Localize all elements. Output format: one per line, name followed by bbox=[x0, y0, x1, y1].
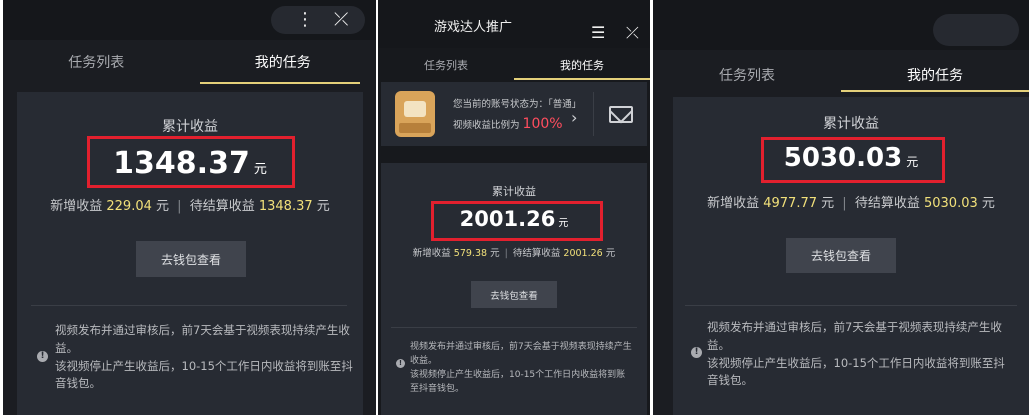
pending-earnings-value: 2001.26 bbox=[563, 248, 603, 259]
ratio-value: 100% bbox=[522, 116, 563, 132]
info-icon: ! bbox=[37, 351, 48, 362]
new-earnings-value: 229.04 bbox=[106, 199, 152, 214]
view-wallet-button[interactable]: 去钱包查看 bbox=[136, 241, 246, 277]
left-window-controls bbox=[271, 6, 365, 34]
new-earnings-label: 新增收益 bbox=[50, 199, 103, 214]
new-earnings-label: 新增收益 bbox=[707, 196, 760, 211]
badge-ribbon-shape bbox=[399, 123, 431, 133]
pending-earnings-unit: 元 bbox=[981, 196, 995, 211]
view-wallet-button[interactable]: 去钱包查看 bbox=[471, 281, 557, 308]
left-screenshot-panel: ⋮ ⤫ 任务列表 我的任务 累计收益 1348.37 元 新增收益 229.04 … bbox=[3, 0, 376, 415]
card-divider bbox=[391, 327, 637, 328]
right-screenshot-panel: 任务列表 我的任务 累计收益 5030.03 元 新增收益 4977.77 元 |… bbox=[653, 0, 1029, 415]
earnings-stats: 新增收益 4977.77 元 | 待结算收益 5030.03 元 bbox=[673, 192, 1029, 211]
right-window-controls bbox=[933, 14, 1019, 46]
note-line-2: 该视频停止产生收益后，10-15个工作日内收益将到账至抖音钱包。 bbox=[410, 369, 626, 394]
pending-earnings-label: 待结算收益 bbox=[189, 199, 255, 214]
tab-active-underline bbox=[514, 78, 650, 80]
new-earnings-value: 579.38 bbox=[453, 248, 488, 259]
mail-icon[interactable] bbox=[609, 106, 633, 123]
tab-my-tasks[interactable]: 我的任务 bbox=[190, 50, 377, 84]
new-earnings-value: 4977.77 bbox=[763, 196, 817, 211]
more-icon[interactable]: ⋮ bbox=[296, 10, 314, 30]
highlight-box bbox=[87, 136, 295, 188]
note-line-1: 视频发布并通过审核后，前7天会基于视频表现持续产生收益。 bbox=[55, 323, 350, 355]
info-icon: ! bbox=[396, 359, 405, 368]
right-top-bar bbox=[653, 0, 1029, 50]
right-earnings-card: 累计收益 5030.03 元 新增收益 4977.77 元 | 待结算收益 503… bbox=[673, 97, 1029, 415]
tab-active-underline bbox=[199, 82, 360, 84]
note-line-2: 该视频停止产生收益后，10-15个工作日内收益将到账至抖音钱包。 bbox=[707, 355, 1005, 388]
earnings-notes: 视频发布并通过审核后，前7天会基于视频表现持续产生收益。 该视频停止产生收益后，… bbox=[55, 322, 355, 393]
ratio-label: 视频收益比例为 bbox=[453, 120, 520, 131]
pending-earnings-label: 待结算收益 bbox=[854, 196, 920, 211]
level-badge-icon bbox=[395, 91, 435, 137]
minimize-icon[interactable]: ⤫ bbox=[334, 10, 348, 30]
tab-task-list[interactable]: 任务列表 bbox=[3, 50, 190, 84]
highlight-box bbox=[431, 201, 603, 241]
left-earnings-card: 累计收益 1348.37 元 新增收益 229.04 元 | 待结算收益 1348… bbox=[17, 92, 363, 415]
pending-earnings-unit: 元 bbox=[316, 199, 330, 214]
ratio-line: 视频收益比例为 100% bbox=[453, 116, 563, 132]
middle-title-bar: 游戏达人推广 ☰ ⤫ bbox=[378, 0, 650, 48]
stats-separator: | bbox=[177, 199, 182, 214]
tab-task-list[interactable]: 任务列表 bbox=[653, 64, 841, 92]
status-divider bbox=[593, 92, 594, 136]
info-icon: ! bbox=[691, 347, 702, 358]
menu-icon[interactable]: ☰ bbox=[591, 23, 605, 43]
pending-earnings-label: 待结算收益 bbox=[512, 248, 561, 259]
earnings-notes: 视频发布并通过审核后，前7天会基于视频表现持续产生收益。 该视频停止产生收益后，… bbox=[707, 319, 1007, 390]
tab-my-tasks[interactable]: 我的任务 bbox=[514, 56, 650, 80]
account-status-text: 您当前的账号状态为：「普通」 bbox=[453, 99, 582, 110]
highlight-box bbox=[761, 137, 945, 183]
pending-earnings-unit: 元 bbox=[605, 248, 616, 259]
pending-earnings-value: 5030.03 bbox=[923, 196, 978, 211]
earnings-title: 累计收益 bbox=[162, 119, 218, 135]
tab-my-tasks-label: 我的任务 bbox=[560, 59, 604, 72]
earnings-title: 累计收益 bbox=[823, 116, 879, 132]
middle-screenshot-panel: 游戏达人推广 ☰ ⤫ 任务列表 我的任务 您当前的账号状态为：「普通」 视频收益… bbox=[378, 0, 650, 415]
pending-earnings-value: 1348.37 bbox=[258, 199, 313, 214]
card-divider bbox=[685, 305, 1017, 306]
new-earnings-unit: 元 bbox=[156, 199, 170, 214]
left-tabs: 任务列表 我的任务 bbox=[3, 50, 376, 84]
note-line-1: 视频发布并通过审核后，前7天会基于视频表现持续产生收益。 bbox=[707, 320, 1002, 352]
earnings-stats: 新增收益 229.04 元 | 待结算收益 1348.37 元 bbox=[17, 195, 363, 214]
earnings-stats: 新增收益 579.38 元 | 待结算收益 2001.26 元 bbox=[381, 245, 647, 259]
view-wallet-button[interactable]: 去钱包查看 bbox=[786, 238, 896, 273]
stats-separator: | bbox=[504, 248, 508, 259]
earnings-notes: 视频发布并通过审核后，前7天会基于视频表现持续产生收益。 该视频停止产生收益后，… bbox=[410, 341, 632, 397]
stats-separator: | bbox=[842, 196, 847, 211]
tab-my-tasks-label: 我的任务 bbox=[907, 68, 963, 84]
tab-task-list[interactable]: 任务列表 bbox=[378, 56, 514, 80]
earnings-title: 累计收益 bbox=[492, 185, 536, 198]
new-earnings-label: 新增收益 bbox=[412, 248, 451, 259]
account-status-card[interactable]: 您当前的账号状态为：「普通」 视频收益比例为 100% › bbox=[381, 82, 647, 146]
note-line-1: 视频发布并通过审核后，前7天会基于视频表现持续产生收益。 bbox=[410, 342, 632, 366]
middle-earnings-card: 累计收益 2001.26 元 新增收益 579.38 元 | 待结算收益 2001… bbox=[381, 163, 647, 415]
right-tabs: 任务列表 我的任务 bbox=[653, 64, 1029, 92]
app-title: 游戏达人推广 bbox=[433, 20, 512, 35]
chevron-right-icon[interactable]: › bbox=[571, 108, 577, 127]
note-line-2: 该视频停止产生收益后，10-15个工作日内收益将到账至抖音钱包。 bbox=[55, 358, 353, 391]
new-earnings-unit: 元 bbox=[490, 248, 500, 259]
tab-my-tasks-label: 我的任务 bbox=[254, 55, 311, 71]
tab-active-underline bbox=[841, 90, 1029, 92]
middle-tabs: 任务列表 我的任务 bbox=[378, 56, 650, 80]
card-divider bbox=[31, 305, 347, 306]
left-top-bar: ⋮ ⤫ bbox=[3, 0, 376, 40]
tab-my-tasks[interactable]: 我的任务 bbox=[841, 64, 1029, 92]
badge-screen-shape bbox=[404, 101, 426, 117]
new-earnings-unit: 元 bbox=[821, 196, 835, 211]
minimize-icon[interactable]: ⤫ bbox=[626, 23, 639, 43]
